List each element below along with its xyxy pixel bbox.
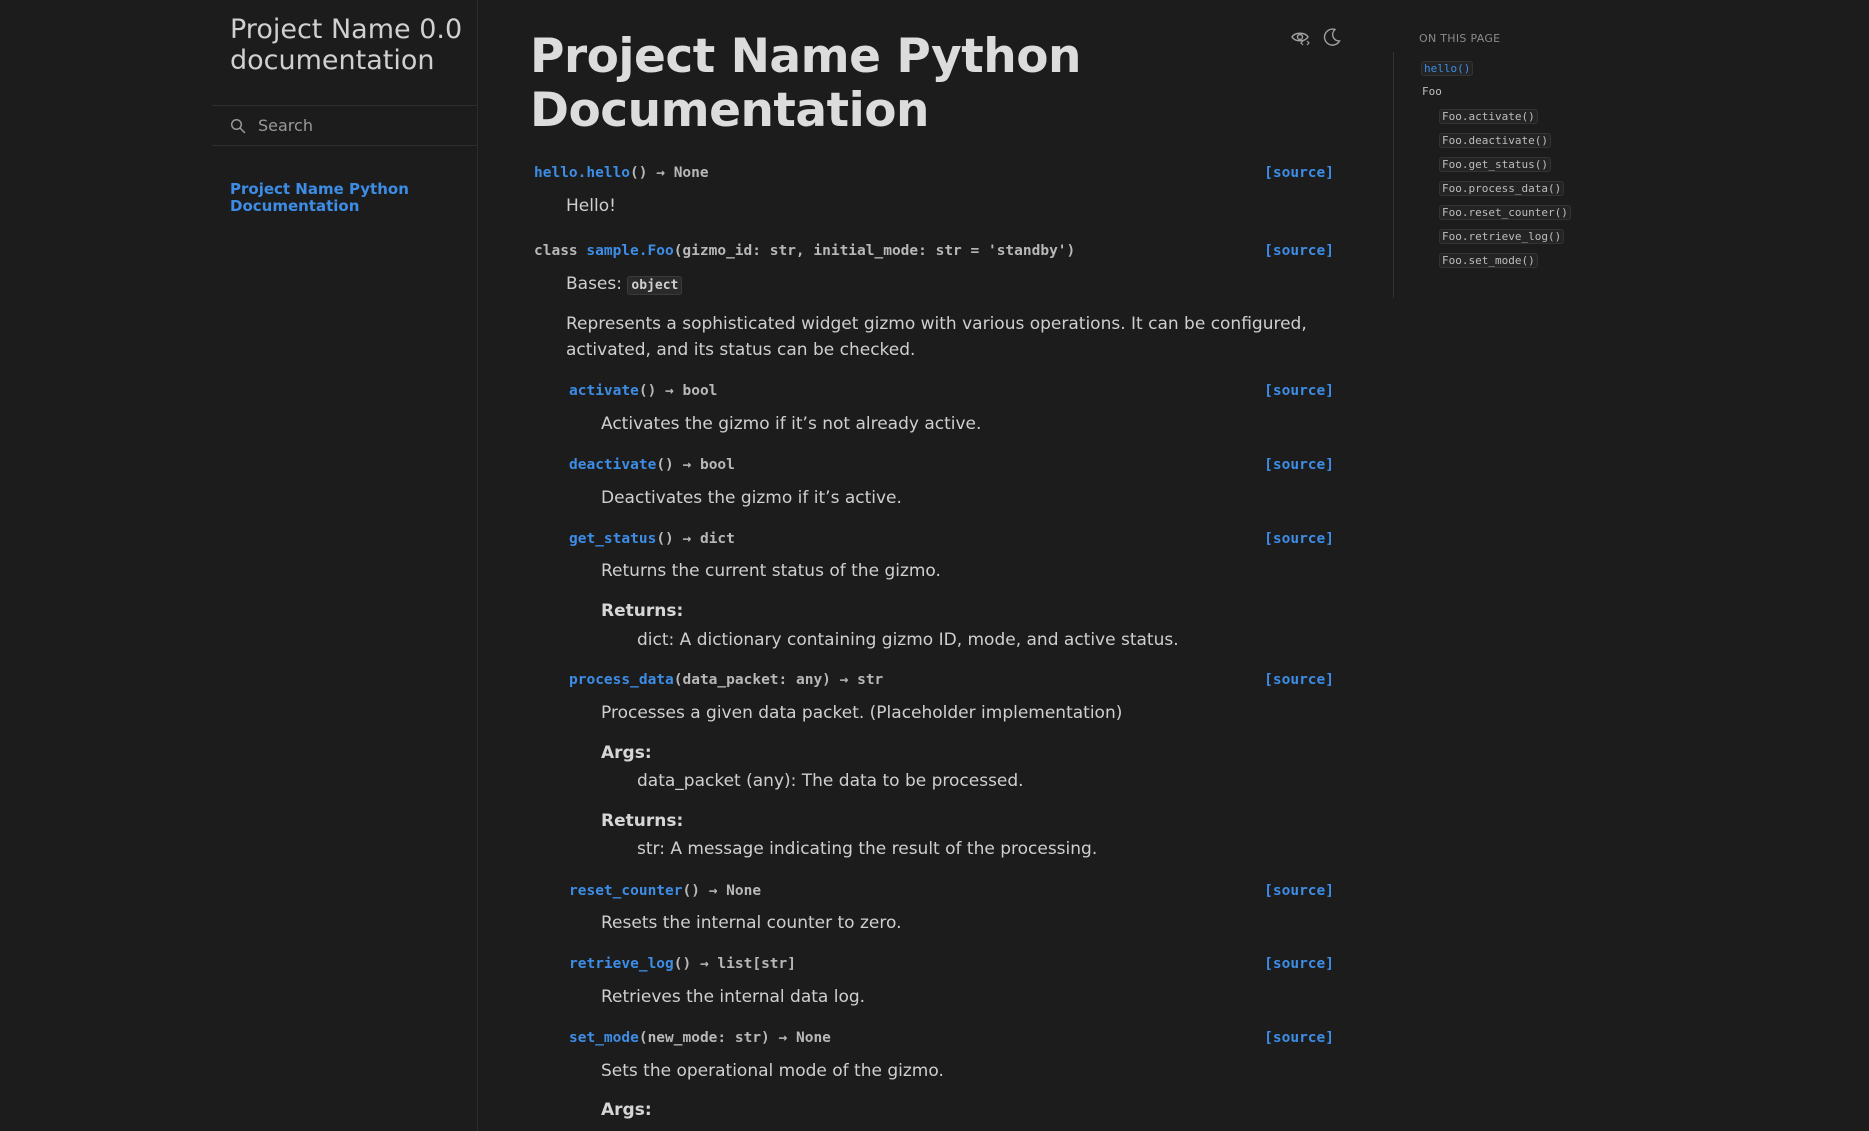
reset-counter-doc: Resets the internal counter to zero. (601, 913, 902, 933)
source-link[interactable]: [source] (1264, 243, 1334, 259)
set-mode-doc: Sets the operational mode of the gizmo. (601, 1061, 944, 1081)
class-signature-foo: class sample.Foo(gizmo_id: str, initial_… (534, 243, 1334, 263)
sig-name[interactable]: deactivate (569, 457, 656, 473)
sig-rest: (new_mode: str) → None (638, 1030, 831, 1046)
search-icon (230, 118, 246, 133)
sig-prefix: hello. (534, 165, 587, 181)
foo-description: Represents a sophisticated widget gizmo … (566, 314, 1307, 360)
source-link[interactable]: [source] (1264, 672, 1334, 688)
sig-keyword: class (534, 243, 587, 259)
foo-bases: Bases: object (566, 271, 1336, 299)
sig-name[interactable]: get_status (569, 531, 656, 547)
returns-label: Returns: (601, 811, 684, 831)
sig-name[interactable]: retrieve_log (569, 956, 674, 972)
get-status-returns: dict: A dictionary containing gizmo ID, … (637, 630, 1179, 650)
sig-rest: (data_packet: any) → str (673, 672, 884, 688)
sig-name[interactable]: reset_counter (569, 883, 683, 899)
source-link[interactable]: [source] (1264, 165, 1334, 181)
source-link[interactable]: [source] (1264, 531, 1334, 547)
toc-item-foo-deactivate[interactable]: Foo.deactivate() (1439, 133, 1551, 148)
method-signature-reset-counter: reset_counter() → None [source] (569, 883, 1334, 903)
sig-rest: () → None (630, 165, 709, 181)
source-link[interactable]: [source] (1264, 383, 1334, 399)
source-link[interactable]: [source] (1264, 1030, 1334, 1046)
toc-item-foo-get-status[interactable]: Foo.get_status() (1439, 157, 1551, 172)
method-signature-get-status: get_status() → dict [source] (569, 531, 1334, 551)
main-content: Project Name Python Documentation hello.… (478, 0, 1358, 1131)
sig-name[interactable]: set_mode (569, 1030, 639, 1046)
get-status-doc: Returns the current status of the gizmo. (601, 561, 941, 581)
toc-item-foo-activate[interactable]: Foo.activate() (1439, 109, 1538, 124)
project-brand[interactable]: Project Name 0.0 documentation (230, 14, 470, 76)
sidebar-item-python-docs[interactable]: Project Name Python Documentation (230, 181, 450, 215)
toc-item-foo-set-mode[interactable]: Foo.set_mode() (1439, 253, 1538, 268)
args-label: Args: (601, 1100, 652, 1120)
method-signature-retrieve-log: retrieve_log() → list[str] [source] (569, 956, 1334, 976)
source-link[interactable]: [source] (1264, 457, 1334, 473)
function-signature-hello: hello.hello() → None [source] (534, 165, 1334, 185)
toc-item-foo-process-data[interactable]: Foo.process_data() (1439, 181, 1565, 196)
returns-label: Returns: (601, 601, 684, 621)
toc-divider (1393, 52, 1394, 298)
sig-rest: () → list[str] (673, 956, 796, 972)
view-source-icon[interactable] (1290, 27, 1310, 47)
sidebar: Project Name 0.0 documentation Project N… (0, 0, 478, 1131)
process-data-doc: Processes a given data packet. (Placehol… (601, 703, 1123, 723)
docs-page: Project Name 0.0 documentation Project N… (0, 0, 1869, 1131)
moon-icon[interactable] (1322, 27, 1342, 47)
method-signature-process-data: process_data(data_packet: any) → str [so… (569, 672, 1334, 692)
hello-doc: Hello! (566, 196, 616, 216)
toc-item-foo[interactable]: Foo (1422, 85, 1442, 98)
search-box[interactable] (212, 105, 478, 146)
sig-name[interactable]: Foo (648, 243, 674, 259)
toc-item-foo-retrieve-log[interactable]: Foo.retrieve_log() (1439, 229, 1565, 244)
bases-label: Bases: (566, 274, 622, 294)
sig-rest: () → bool (656, 457, 735, 473)
top-icons (1290, 27, 1342, 47)
sig-rest: () → None (682, 883, 762, 899)
source-link[interactable]: [source] (1264, 883, 1334, 899)
sig-prefix: sample. (586, 243, 648, 259)
toc-item-hello[interactable]: hello() (1421, 61, 1474, 76)
method-signature-deactivate: deactivate() → bool [source] (569, 457, 1334, 477)
search-input[interactable] (256, 115, 456, 136)
sig-name[interactable]: hello (586, 165, 630, 181)
method-signature-activate: activate() → bool [source] (569, 383, 1334, 403)
toc-heading: ON THIS PAGE (1419, 32, 1501, 45)
deactivate-doc: Deactivates the gizmo if it’s active. (601, 488, 902, 508)
sig-rest: () → bool (638, 383, 718, 399)
activate-doc: Activates the gizmo if it’s not already … (601, 414, 982, 434)
toc-item-foo-reset-counter[interactable]: Foo.reset_counter() (1439, 205, 1571, 220)
process-data-returns: str: A message indicating the result of … (637, 839, 1098, 859)
sig-name[interactable]: activate (569, 383, 639, 399)
bases-value: object (627, 276, 683, 295)
sig-params: (gizmo_id: str, initial_mode: str = 'sta… (673, 243, 1076, 259)
process-data-args: data_packet (any): The data to be proces… (637, 771, 1024, 791)
source-link[interactable]: [source] (1264, 956, 1334, 972)
method-signature-set-mode: set_mode(new_mode: str) → None [source] (569, 1030, 1334, 1050)
args-label: Args: (601, 743, 652, 763)
sig-rest: () → dict (656, 531, 735, 547)
sig-name[interactable]: process_data (569, 672, 674, 688)
page-title: Project Name Python Documentation (530, 29, 1082, 138)
retrieve-log-doc: Retrieves the internal data log. (601, 987, 866, 1007)
